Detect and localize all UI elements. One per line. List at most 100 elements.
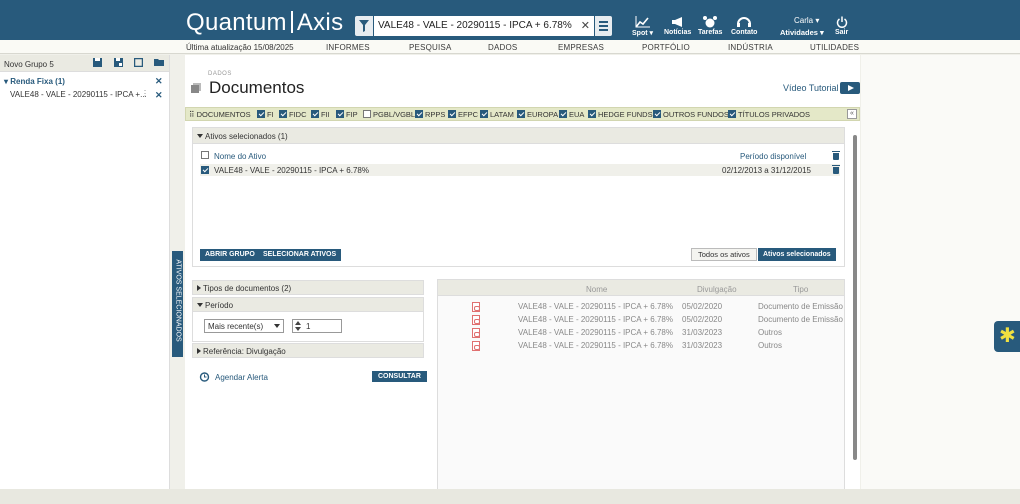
asterisk-icon: ✱	[999, 325, 1016, 347]
section-renda-fixa[interactable]: ▾ Renda Fixa (1)	[4, 77, 65, 86]
doctypes-label: ⠿ DOCUMENTOS	[189, 110, 251, 119]
delete-row-icon[interactable]	[832, 165, 840, 174]
remove-asset-icon[interactable]: ✕	[155, 90, 163, 101]
check-efpc[interactable]: EFPC	[448, 110, 478, 119]
pdf-icon[interactable]	[472, 302, 480, 312]
check-europa[interactable]: EUROPA	[517, 110, 558, 119]
check-outros-fundos[interactable]: OUTROS FUNDOS	[653, 110, 729, 119]
video-tutorial-link[interactable]: Vídeo Tutorial	[783, 83, 839, 93]
chevron-down-icon	[274, 324, 280, 328]
selected-assets-toggle[interactable]: Ativos selecionados	[758, 248, 836, 261]
open-group-button[interactable]: ABRIR GRUPO	[200, 249, 260, 261]
check-rpps[interactable]: RPPS	[415, 110, 445, 119]
search-input[interactable]: VALE48 - VALE - 20290115 - IPCA + 6.78% ✕	[374, 16, 594, 36]
open-folder-icon[interactable]	[154, 58, 164, 67]
top-header: Quantum Axis VALE48 - VALE - 20290115 - I…	[0, 0, 1020, 40]
check-fii[interactable]: FII	[311, 110, 330, 119]
all-assets-toggle[interactable]: Todos os ativos	[691, 248, 757, 261]
schedule-alert-link[interactable]: Agendar Alerta	[215, 373, 268, 382]
logo-text-right: Axis	[296, 9, 344, 36]
tasks-button[interactable]: Tarefas	[698, 16, 722, 36]
asset-search: VALE48 - VALE - 20290115 - IPCA + 6.78% ✕	[355, 16, 612, 36]
table-row[interactable]: VALE48 - VALE - 20290115 - IPCA + 6.78% …	[438, 339, 844, 351]
check-fidc[interactable]: FIDC	[279, 110, 307, 119]
stepper-up-icon[interactable]	[295, 321, 301, 325]
activities-menu[interactable]: Atividades ▾	[780, 28, 824, 37]
check-hedge-funds[interactable]: HEDGE FUNDS	[588, 110, 653, 119]
save-icon[interactable]	[93, 58, 103, 68]
alarm-clock-icon	[703, 16, 718, 28]
document-types-accordion[interactable]: Tipos de documentos (2)	[192, 280, 424, 295]
results-table: Nome Divulgação Tipo VALE48 - VALE - 202…	[437, 279, 845, 504]
table-row[interactable]: VALE48 - VALE - 20290115 - IPCA + 6.78% …	[438, 313, 844, 325]
stepper-down-icon[interactable]	[295, 327, 301, 331]
filter-button[interactable]	[355, 16, 373, 36]
vertical-scrollbar[interactable]	[853, 135, 857, 460]
col-name[interactable]: Nome	[586, 285, 607, 294]
nav-utilidades[interactable]: UTILIDADES	[810, 43, 859, 52]
headset-icon	[737, 17, 752, 27]
select-all-checkbox[interactable]	[201, 151, 209, 159]
remove-section-icon[interactable]: ✕	[155, 76, 163, 87]
clear-search-icon[interactable]: ✕	[581, 19, 590, 32]
consult-button[interactable]: CONSULTAR	[372, 371, 427, 382]
selected-assets-header[interactable]: Ativos selecionados (1)	[193, 128, 844, 144]
main-content: DADOS Documentos Vídeo Tutorial ⠿ DOCUME…	[185, 55, 860, 504]
logo[interactable]: Quantum Axis	[186, 9, 343, 37]
group-name[interactable]: Novo Grupo 5	[4, 60, 54, 69]
period-select[interactable]: Mais recente(s)	[204, 319, 284, 333]
check-fip[interactable]: FIP	[336, 110, 358, 119]
check-pgbl[interactable]: PGBL/VGBL	[363, 110, 415, 119]
col-type[interactable]: Tipo	[793, 285, 808, 294]
col-period[interactable]: Período disponível	[740, 152, 806, 161]
news-button[interactable]: Notícias	[664, 16, 691, 36]
page-title: Documentos	[209, 78, 305, 97]
col-asset-name[interactable]: Nome do Ativo	[214, 152, 266, 161]
selected-assets-columns: Nome do Ativo Período disponível	[200, 150, 840, 162]
row-period: 02/12/2013 a 31/12/2015	[722, 166, 811, 175]
table-row[interactable]: VALE48 - VALE - 20290115 - IPCA + 6.78% …	[200, 164, 840, 176]
row-checkbox[interactable]	[201, 166, 209, 174]
nav-industria[interactable]: INDÚSTRIA	[728, 43, 773, 52]
period-accordion[interactable]: Período	[192, 297, 424, 312]
contact-button[interactable]: Contato	[731, 16, 757, 36]
pdf-icon[interactable]	[472, 328, 480, 338]
table-row[interactable]: VALE48 - VALE - 20290115 - IPCA + 6.78% …	[438, 300, 844, 312]
check-fi[interactable]: FI	[257, 110, 274, 119]
reference-accordion[interactable]: Referência: Divulgação	[192, 343, 424, 358]
logout-button[interactable]: Sair	[835, 16, 848, 36]
filter-icon	[359, 20, 369, 32]
nav-portfolio[interactable]: PORTFÓLIO	[642, 43, 690, 52]
drag-handle-icon[interactable]: ⋮	[141, 89, 149, 98]
play-icon[interactable]	[840, 82, 860, 94]
group-asset-item[interactable]: VALE48 - VALE - 20290115 - IPCA +...	[10, 90, 147, 99]
pdf-icon[interactable]	[472, 315, 480, 325]
search-menu-button[interactable]	[595, 16, 612, 36]
collapse-panel-button[interactable]: «	[847, 109, 857, 119]
new-group-icon[interactable]	[133, 58, 144, 68]
pdf-icon[interactable]	[472, 341, 480, 351]
breadcrumb: DADOS	[208, 71, 232, 77]
spot-button[interactable]: Spot ▾	[632, 16, 653, 37]
check-titulos-privados[interactable]: TÍTULOS PRIVADOS	[728, 110, 810, 119]
footer-bar	[0, 489, 1020, 504]
group-header: Novo Grupo 5	[0, 55, 169, 72]
check-latam[interactable]: LATAM	[480, 110, 514, 119]
selected-assets-tab[interactable]: ATIVOS SELECIONADOS	[172, 251, 183, 357]
documents-icon	[191, 83, 201, 93]
save-as-icon[interactable]	[113, 58, 123, 68]
nav-informes[interactable]: INFORMES	[326, 43, 370, 52]
col-date[interactable]: Divulgação	[697, 285, 737, 294]
nav-dados[interactable]: DADOS	[488, 43, 517, 52]
nav-pesquisa[interactable]: PESQUISA	[409, 43, 452, 52]
nav-empresas[interactable]: EMPRESAS	[558, 43, 604, 52]
table-row[interactable]: VALE48 - VALE - 20290115 - IPCA + 6.78% …	[438, 326, 844, 338]
user-menu[interactable]: Carla ▾	[794, 16, 819, 25]
check-eua[interactable]: EUA	[559, 110, 584, 119]
group-panel: Novo Grupo 5 ▾ Renda Fixa (1) ✕ VALE48 -…	[0, 55, 170, 504]
delete-all-icon[interactable]	[832, 151, 840, 160]
period-count-stepper[interactable]: 1	[292, 319, 342, 333]
selected-assets-panel: Ativos selecionados (1) Nome do Ativo Pe…	[192, 127, 845, 267]
help-widget[interactable]: ✱	[994, 321, 1020, 352]
select-assets-button[interactable]: SELECIONAR ATIVOS	[258, 249, 342, 261]
